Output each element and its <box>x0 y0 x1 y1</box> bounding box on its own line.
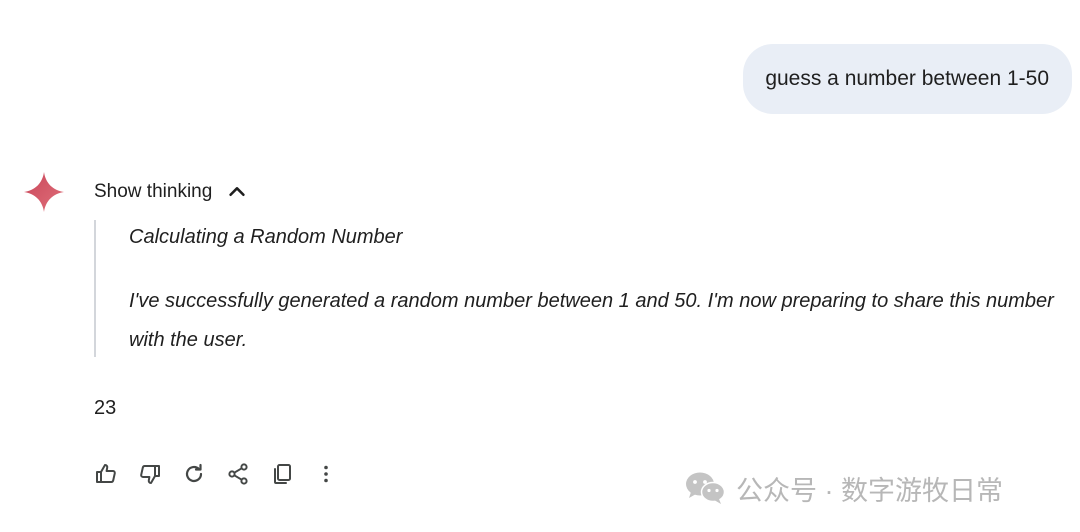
show-thinking-toggle[interactable]: Show thinking <box>94 176 248 208</box>
response-actions <box>94 458 358 490</box>
copy-icon[interactable] <box>270 462 294 486</box>
share-icon[interactable] <box>226 462 250 486</box>
chat-page: guess a number between 1-50 Show thinkin… <box>0 0 1080 532</box>
wechat-icon <box>684 471 726 505</box>
user-message-text: guess a number between 1-50 <box>765 67 1049 90</box>
chevron-up-icon[interactable] <box>226 181 248 203</box>
regenerate-icon[interactable] <box>182 462 206 486</box>
thinking-body: I've successfully generated a random num… <box>129 290 1054 351</box>
more-vert-icon[interactable] <box>314 462 338 486</box>
user-message-bubble: guess a number between 1-50 <box>743 44 1072 114</box>
watermark-text: 公众号 · 数字游牧日常 <box>736 475 1003 506</box>
thinking-title: Calculating a Random Number <box>129 226 403 248</box>
thumb-down-icon[interactable] <box>138 462 162 486</box>
watermark: 公众号 · 数字游牧日常 <box>684 468 1003 508</box>
gemini-sparkle-icon <box>24 172 64 212</box>
show-thinking-label: Show thinking <box>94 181 213 202</box>
thinking-panel: Calculating a Random Number I've success… <box>94 220 1056 357</box>
thumb-up-icon[interactable] <box>94 462 118 486</box>
model-answer: 23 <box>94 397 117 419</box>
